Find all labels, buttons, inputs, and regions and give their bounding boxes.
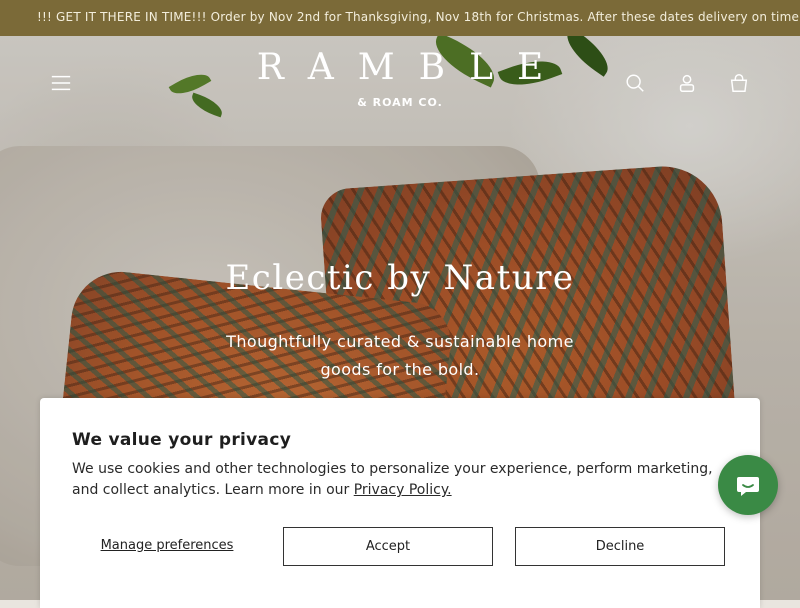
logo-wordmark: RAMBLE bbox=[256, 47, 568, 88]
search-icon bbox=[626, 74, 644, 92]
search-button[interactable] bbox=[620, 68, 650, 98]
site-header: RAMBLE & ROAM CO. bbox=[0, 36, 800, 128]
decline-button[interactable]: Decline bbox=[515, 527, 725, 566]
accept-button[interactable]: Accept bbox=[283, 527, 493, 566]
cookie-banner-title: We value your privacy bbox=[72, 430, 292, 450]
privacy-policy-link[interactable]: Privacy Policy. bbox=[354, 482, 452, 498]
menu-button[interactable] bbox=[46, 68, 76, 98]
hero-subtitle: Thoughtfully curated & sustainable home … bbox=[226, 332, 574, 379]
announcement-bar: !!! GET IT THERE IN TIME!!! Order by Nov… bbox=[0, 0, 800, 36]
manage-preferences-link[interactable]: Manage preferences bbox=[72, 538, 262, 553]
cookie-banner: We value your privacy We use cookies and… bbox=[40, 398, 760, 608]
cart-button[interactable] bbox=[724, 68, 754, 98]
chat-icon bbox=[737, 477, 759, 496]
hamburger-menu-icon bbox=[51, 75, 71, 91]
cookie-banner-body: We use cookies and other technologies to… bbox=[72, 459, 722, 501]
hero-title: Eclectic by Nature bbox=[225, 258, 575, 298]
site-logo[interactable]: RAMBLE & ROAM CO. bbox=[230, 46, 570, 126]
logo-subtitle: & ROAM CO. bbox=[357, 96, 443, 109]
announcement-text: !!! GET IT THERE IN TIME!!! Order by Nov… bbox=[37, 10, 800, 24]
chat-button[interactable] bbox=[718, 455, 778, 515]
account-icon bbox=[679, 74, 695, 92]
account-button[interactable] bbox=[672, 68, 702, 98]
cart-icon bbox=[730, 74, 748, 92]
